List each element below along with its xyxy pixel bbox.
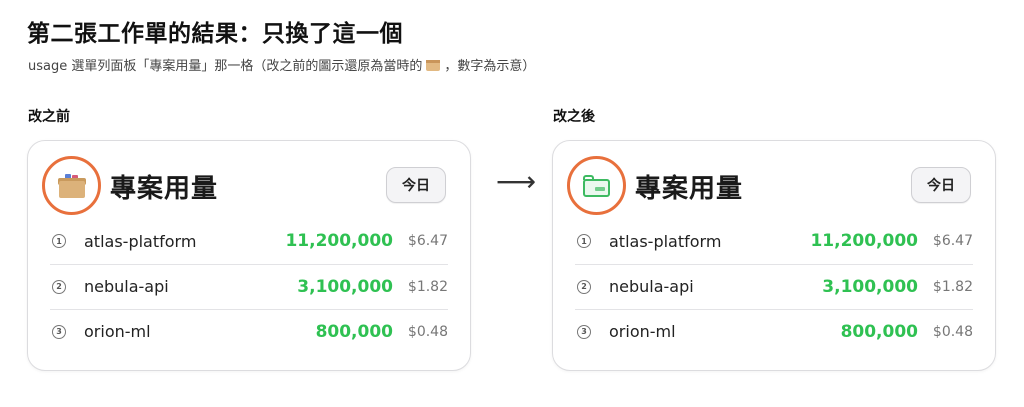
cost-value: $0.48 [407, 323, 448, 340]
subtitle-text-end: ，數字為示意） [444, 59, 536, 74]
token-count: 11,200,000 [285, 231, 393, 251]
project-name: orion-ml [609, 322, 676, 341]
today-button[interactable]: 今日 [911, 167, 971, 203]
icon-highlight-ring [42, 156, 101, 215]
package-box-icon [57, 173, 86, 198]
cost-value: $1.82 [407, 278, 448, 295]
project-row[interactable]: 3 orion-ml 800,000 $0.48 [50, 309, 448, 353]
token-count: 800,000 [315, 321, 393, 342]
token-count: 3,100,000 [297, 276, 393, 297]
rank-1-icon: 1 [52, 234, 66, 248]
subtitle-text: usage 選單列面板「專案用量」那一格（改之前的圖示還原為當時的 [28, 59, 423, 74]
package-box-icon [426, 60, 441, 71]
project-usage-card-before: 專案用量 今日 1 atlas-platform 11,200,000 $6.4… [27, 140, 471, 371]
token-count: 3,100,000 [822, 276, 918, 297]
page-subtitle: usage 選單列面板「專案用量」那一格（改之前的圖示還原為當時的 ，數字為示意） [28, 55, 535, 74]
project-row[interactable]: 3 orion-ml 800,000 $0.48 [575, 309, 973, 353]
project-usage-card-after: 專案用量 今日 1 atlas-platform 11,200,000 $6.4… [552, 140, 996, 371]
cost-value: $6.47 [407, 233, 448, 249]
rank-2-icon: 2 [52, 279, 66, 294]
rank-3-icon: 3 [577, 324, 591, 339]
rank-3-icon: 3 [52, 324, 66, 339]
card-title: 專案用量 [635, 174, 744, 204]
project-row[interactable]: 2 nebula-api 3,100,000 $1.82 [575, 264, 973, 308]
rank-2-icon: 2 [577, 279, 591, 294]
token-count: 11,200,000 [810, 231, 918, 251]
cost-value: $1.82 [932, 278, 973, 295]
card-title: 專案用量 [110, 174, 219, 204]
rank-1-icon: 1 [577, 234, 591, 248]
project-name: orion-ml [84, 322, 151, 341]
page-title: 第二張工作單的結果：只換了這一個 [27, 21, 403, 47]
after-label: 改之後 [553, 109, 595, 125]
cost-value: $6.47 [932, 233, 973, 249]
cost-value: $0.48 [932, 323, 973, 340]
today-button[interactable]: 今日 [386, 167, 446, 203]
project-row[interactable]: 1 atlas-platform 11,200,000 $6.47 [575, 219, 973, 263]
right-arrow-icon: ⟶ [496, 165, 537, 198]
project-row[interactable]: 2 nebula-api 3,100,000 $1.82 [50, 264, 448, 308]
project-name: nebula-api [84, 277, 169, 296]
before-label: 改之前 [28, 109, 70, 125]
icon-highlight-ring [567, 156, 626, 215]
project-name: atlas-platform [609, 231, 722, 251]
project-name: atlas-platform [84, 231, 197, 251]
project-name: nebula-api [609, 277, 694, 296]
token-count: 800,000 [840, 321, 918, 342]
project-row[interactable]: 1 atlas-platform 11,200,000 $6.47 [50, 219, 448, 263]
green-folder-icon [583, 174, 610, 197]
